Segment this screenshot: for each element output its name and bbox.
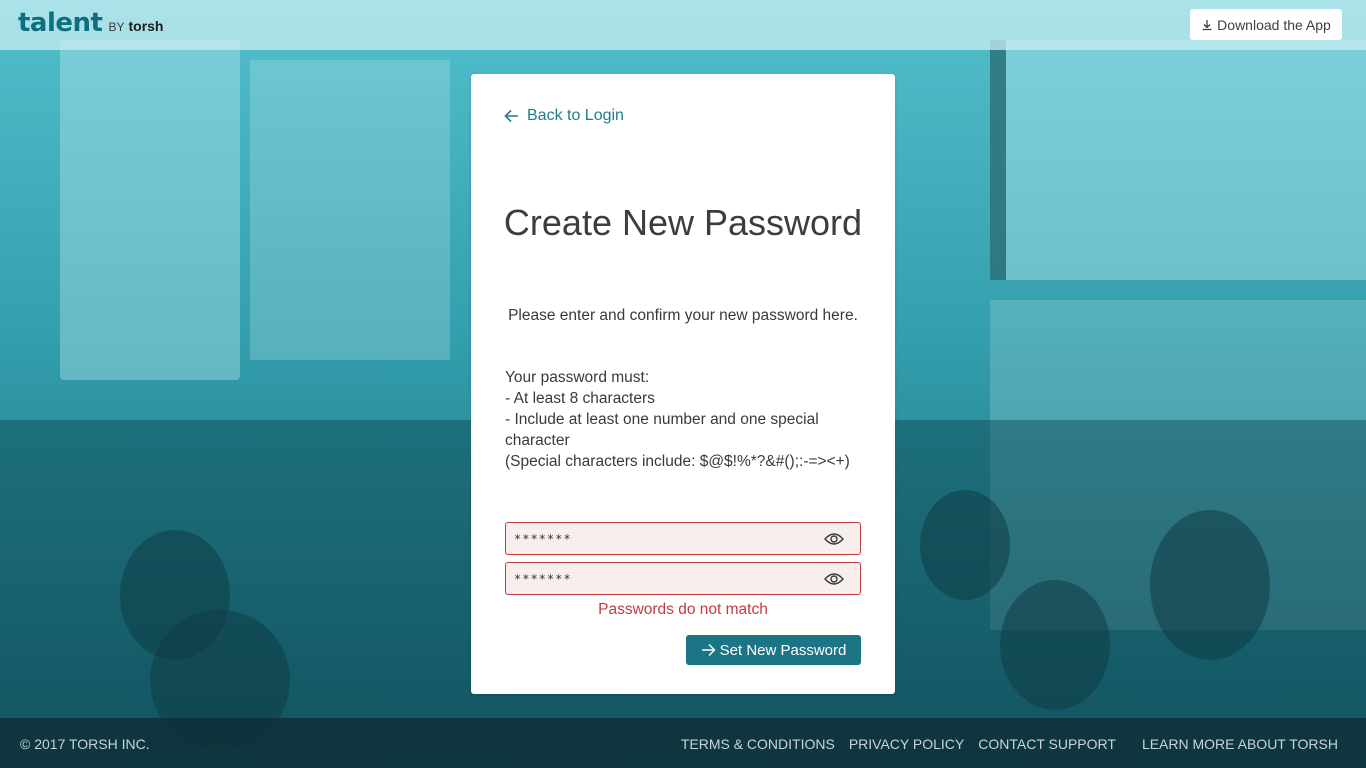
download-app-button[interactable]: Download the App — [1190, 9, 1342, 40]
arrow-left-icon — [504, 109, 518, 123]
password-rule-item: - At least 8 characters — [505, 390, 655, 407]
footer-links: TERMS & CONDITIONS PRIVACY POLICY CONTAC… — [681, 736, 1338, 752]
logo-wordmark: talent — [18, 8, 103, 38]
download-app-label: Download the App — [1217, 16, 1331, 33]
background-child — [1150, 510, 1270, 660]
eye-icon[interactable] — [824, 532, 844, 546]
page-title: Create New Password — [503, 202, 863, 243]
arrow-right-icon — [701, 644, 716, 656]
background-child — [920, 490, 1010, 600]
eye-icon[interactable] — [824, 572, 844, 586]
terms-link[interactable]: TERMS & CONDITIONS — [681, 736, 835, 752]
create-password-card: Back to Login Create New Password Please… — [471, 74, 895, 694]
download-icon — [1202, 19, 1212, 30]
copyright-text: © 2017 TORSH INC. — [20, 736, 150, 752]
footer: © 2017 TORSH INC. TERMS & CONDITIONS PRI… — [0, 718, 1366, 768]
page-subtitle: Please enter and confirm your new passwo… — [508, 307, 858, 324]
privacy-link[interactable]: PRIVACY POLICY — [849, 736, 964, 752]
back-to-login-label: Back to Login — [527, 107, 624, 124]
password-rules-heading: Your password must: — [505, 369, 650, 386]
new-password-input[interactable] — [514, 523, 814, 554]
background-board — [250, 60, 450, 360]
background-whiteboard — [60, 40, 240, 380]
logo-torsh: torsh — [128, 18, 164, 34]
password-mismatch-error: Passwords do not match — [598, 601, 768, 618]
logo-by: BY — [108, 20, 125, 34]
set-new-password-button[interactable]: Set New Password — [686, 635, 861, 665]
confirm-password-field — [505, 562, 861, 595]
talent-logo[interactable]: talent BY torsh — [18, 8, 163, 38]
contact-support-link[interactable]: CONTACT SUPPORT — [978, 736, 1116, 752]
password-rules: Your password must: - At least 8 charact… — [505, 367, 865, 472]
background-child — [1000, 580, 1110, 710]
set-new-password-label: Set New Password — [719, 641, 847, 659]
top-bar: talent BY torsh Download the App — [0, 0, 1366, 50]
back-to-login-link[interactable]: Back to Login — [504, 107, 624, 125]
new-password-field — [505, 522, 861, 555]
password-rule-item: (Special characters include: $@$!%*?&#()… — [505, 453, 850, 470]
confirm-password-input[interactable] — [514, 563, 814, 594]
password-rule-item: - Include at least one number and one sp… — [505, 411, 819, 449]
background-window — [990, 40, 1366, 280]
learn-more-link[interactable]: LEARN MORE ABOUT TORSH — [1142, 736, 1338, 752]
